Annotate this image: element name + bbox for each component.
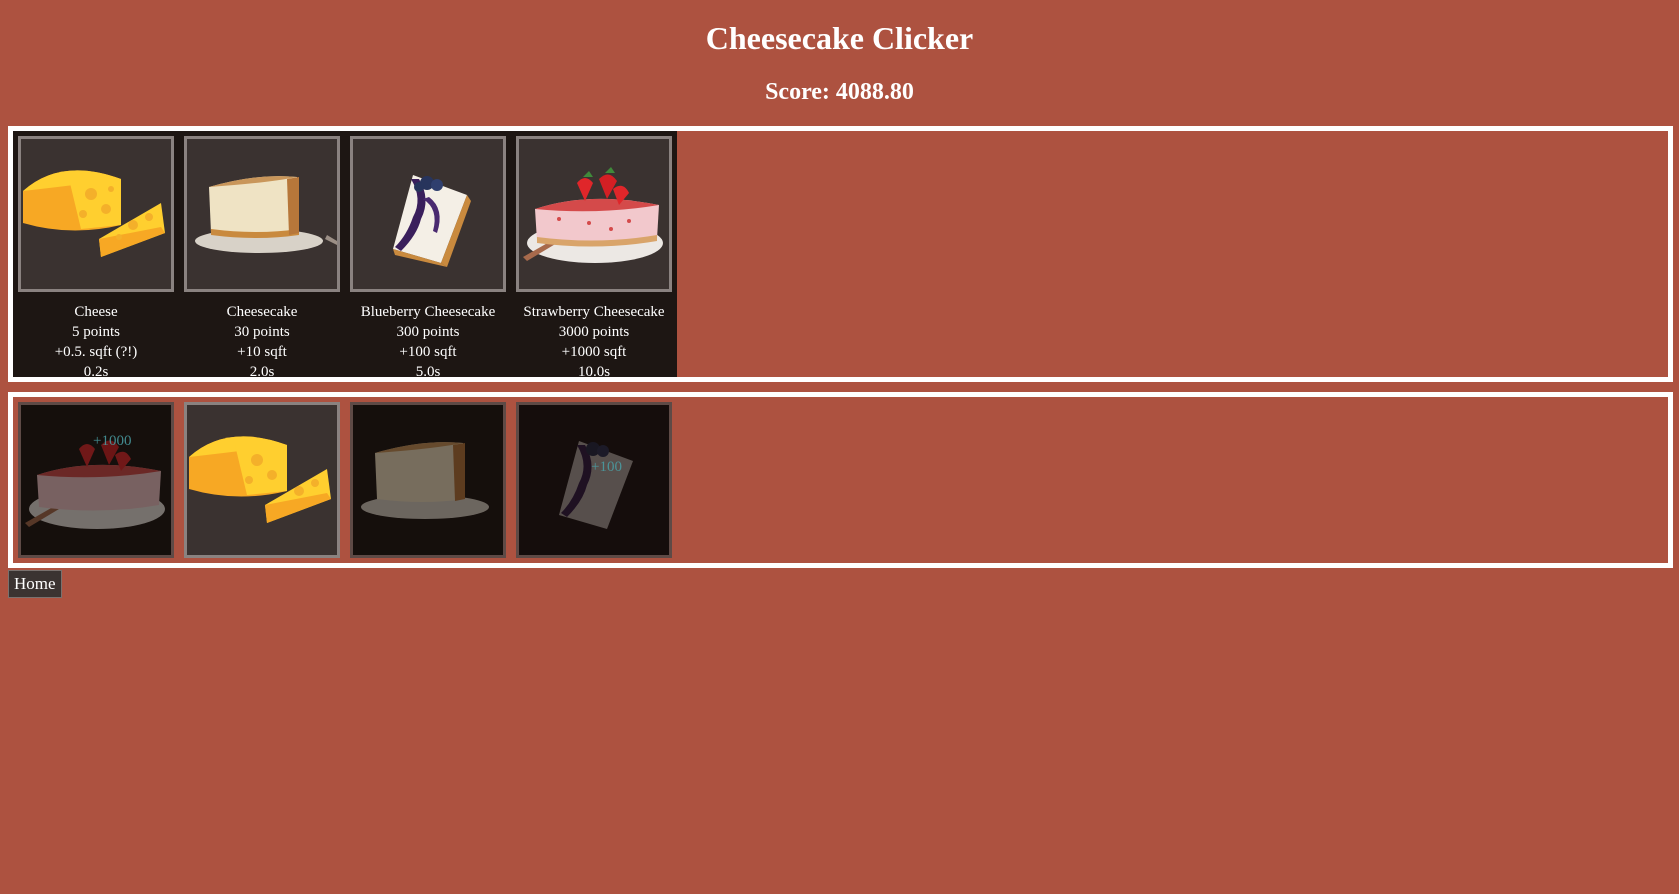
item-time: 5.0s bbox=[415, 364, 441, 380]
field-tile-blueberry-cheesecake[interactable]: +100 bbox=[516, 402, 672, 558]
shop-item-strawberry-cheesecake[interactable]: Strawberry Cheesecake 3000 points +1000 … bbox=[511, 136, 677, 382]
item-time: 10.0s bbox=[577, 364, 611, 380]
item-time: 2.0s bbox=[249, 364, 275, 380]
home-button[interactable]: Home bbox=[8, 570, 62, 598]
shop-panel: Cheese 5 points +0.5. sqft (?!) 0.2s Che… bbox=[8, 126, 1673, 382]
tile-shade bbox=[353, 405, 503, 555]
tile-shade bbox=[21, 405, 171, 555]
strawberry-cheesecake-icon bbox=[523, 167, 663, 263]
item-gain: +10 sqft bbox=[237, 344, 287, 360]
item-name: Blueberry Cheesecake bbox=[360, 304, 496, 320]
page-title: Cheesecake Clicker bbox=[705, 20, 974, 56]
field-tile-cheese[interactable] bbox=[184, 402, 340, 558]
tile-shade bbox=[519, 405, 669, 555]
field-tile-cheesecake[interactable] bbox=[350, 402, 506, 558]
shop-card-blueberry-cheesecake[interactable] bbox=[350, 136, 506, 292]
shop-info-blueberry-cheesecake: Blueberry Cheesecake 300 points +100 sqf… bbox=[345, 302, 511, 382]
item-gain: +1000 sqft bbox=[561, 344, 627, 360]
shop-info-cheesecake: Cheesecake 30 points +10 sqft 2.0s bbox=[179, 302, 345, 382]
item-cost: 300 points bbox=[396, 324, 460, 340]
cheese-icon bbox=[23, 170, 165, 257]
shop-card-cheese[interactable] bbox=[18, 136, 174, 292]
shop-item-cheesecake[interactable]: Cheesecake 30 points +10 sqft 2.0s bbox=[179, 136, 345, 382]
item-name: Strawberry Cheesecake bbox=[523, 304, 665, 320]
item-cost: 5 points bbox=[72, 324, 120, 340]
item-gain: +0.5. sqft (?!) bbox=[54, 344, 138, 360]
item-cost: 3000 points bbox=[558, 324, 630, 340]
field-tile-strawberry-cheesecake[interactable]: +1000 bbox=[18, 402, 174, 558]
cheese-icon bbox=[189, 436, 331, 523]
shop-list: Cheese 5 points +0.5. sqft (?!) 0.2s Che… bbox=[13, 131, 677, 380]
item-time: 0.2s bbox=[83, 364, 109, 380]
floating-points-text: +100 bbox=[591, 459, 622, 475]
shop-info-strawberry-cheesecake: Strawberry Cheesecake 3000 points +1000 … bbox=[511, 302, 677, 382]
click-field-panel: +1000 +100 bbox=[8, 392, 1673, 568]
blueberry-cheesecake-icon bbox=[393, 175, 471, 267]
cheesecake-icon bbox=[195, 176, 337, 253]
score-display: Score: 4088.80 bbox=[765, 79, 914, 105]
item-gain: +100 sqft bbox=[399, 344, 457, 360]
item-name: Cheese bbox=[74, 304, 118, 320]
shop-item-blueberry-cheesecake[interactable]: Blueberry Cheesecake 300 points +100 sqf… bbox=[345, 136, 511, 382]
shop-card-strawberry-cheesecake[interactable] bbox=[516, 136, 672, 292]
item-name: Cheesecake bbox=[226, 304, 298, 320]
shop-info-cheese: Cheese 5 points +0.5. sqft (?!) 0.2s bbox=[13, 302, 179, 382]
floating-points-text: +1000 bbox=[93, 433, 132, 449]
shop-card-cheesecake[interactable] bbox=[184, 136, 340, 292]
item-cost: 30 points bbox=[234, 324, 290, 340]
shop-item-cheese[interactable]: Cheese 5 points +0.5. sqft (?!) 0.2s bbox=[13, 136, 179, 382]
